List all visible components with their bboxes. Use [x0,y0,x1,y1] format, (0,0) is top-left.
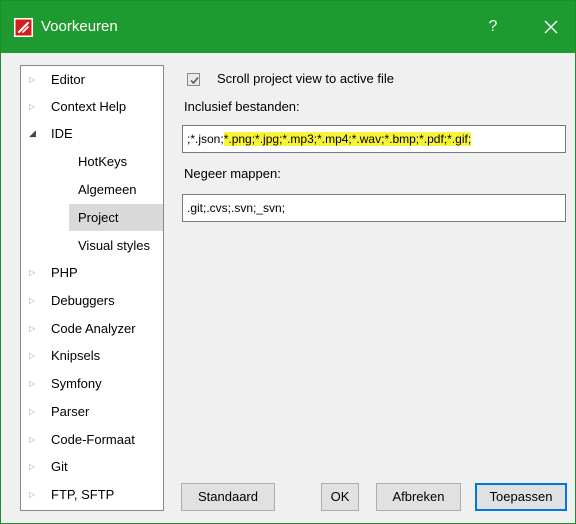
expand-arrow-icon[interactable]: ▷ [29,66,51,93]
expand-arrow-icon[interactable]: ▷ [29,287,51,314]
exclude-folders-value: .git;.cvs;.svn;_svn; [187,201,286,215]
tree-item-label: Algemeen [78,182,137,197]
ok-button[interactable]: OK [321,483,359,511]
scroll-project-label[interactable]: Scroll project view to active file [217,68,394,90]
tree-item-ftp-sftp[interactable]: ▷ FTP, SFTP [29,481,114,508]
standaard-button[interactable]: Standaard [181,483,275,511]
tree-item-parser[interactable]: ▷ Parser [29,398,89,425]
tree-item-label: Code-Formaat [51,432,135,447]
expand-arrow-icon[interactable]: ▷ [29,342,51,369]
tree-item-git[interactable]: ▷ Git [29,453,68,480]
tree-item-label: Project [78,210,119,225]
tree-item-label: IDE [51,126,73,141]
tree-item-context-help[interactable]: ▷ Context Help [29,93,126,120]
tree-item-editor[interactable]: ▷ Editor [29,66,85,93]
tree-item-debuggers[interactable]: ▷ Debuggers [29,287,115,314]
scroll-project-checkbox[interactable] [187,73,200,86]
tree-item-label: Context Help [51,99,127,114]
tree-item-label: Parser [51,404,90,419]
include-files-label: Inclusief bestanden: [184,99,300,114]
afbreken-button[interactable]: Afbreken [376,483,461,511]
include-files-input[interactable]: ;*.json;*.png;*.jpg;*.mp3;*.mp4;*.wav;*.… [182,125,566,153]
collapse-arrow-icon[interactable]: ◢ [29,120,51,147]
tree-item-label: HotKeys [78,154,128,169]
preferences-dialog: Voorkeuren ? ▷ Editor ▷ Context Help ◢ IDE … [0,0,576,524]
tree-item-label: Debuggers [51,293,115,308]
expand-arrow-icon[interactable]: ▷ [29,370,51,397]
tree-item-ide[interactable]: ◢ IDE [29,120,73,147]
expand-arrow-icon[interactable]: ▷ [29,453,51,480]
tree-item-symfony[interactable]: ▷ Symfony [29,370,102,397]
help-button[interactable]: ? [473,1,513,53]
expand-arrow-icon[interactable]: ▷ [29,398,51,425]
expand-arrow-icon[interactable]: ▷ [29,259,51,286]
title-bar: Voorkeuren ? [1,1,575,53]
tree-item-label: Symfony [51,376,102,391]
exclude-folders-label: Negeer mappen: [184,166,281,181]
tree-item-label: Code Analyzer [51,321,136,336]
include-files-value: ;*.json; [187,132,224,146]
tree-item-label: Knipsels [51,348,101,363]
tree-item-visual-styles[interactable]: Visual styles [78,232,150,259]
toepassen-button[interactable]: Toepassen [475,483,567,511]
include-files-highlighted-value: *.png;*.jpg;*.mp3;*.mp4;*.wav;*.bmp;*.pd… [223,132,472,146]
tree-item-knipsels[interactable]: ▷ Knipsels [29,342,100,369]
tree-item-project[interactable]: Project [69,204,163,231]
close-icon [544,20,558,34]
checkmark-icon [190,77,199,85]
tree-item-hotkeys[interactable]: HotKeys [78,148,127,175]
tree-item-code-formaat[interactable]: ▷ Code-Formaat [29,426,135,453]
tree-item-label: Visual styles [78,238,151,253]
codelobster-logo-icon [14,18,33,37]
tree-item-code-analyzer[interactable]: ▷ Code Analyzer [29,315,136,342]
window-title: Voorkeuren [41,18,118,35]
preferences-tree[interactable]: ▷ Editor ▷ Context Help ◢ IDE HotKeys Algem… [20,65,164,511]
tree-item-label: Git [51,459,68,474]
tree-item-algemeen[interactable]: Algemeen [78,176,137,203]
close-button[interactable] [527,1,575,53]
expand-arrow-icon[interactable]: ▷ [29,93,51,120]
expand-arrow-icon[interactable]: ▷ [29,426,51,453]
tree-item-label: PHP [51,265,78,280]
exclude-folders-input[interactable]: .git;.cvs;.svn;_svn; [182,194,566,222]
expand-arrow-icon[interactable]: ▷ [29,481,51,508]
expand-arrow-icon[interactable]: ▷ [29,315,51,342]
tree-item-php[interactable]: ▷ PHP [29,259,78,286]
tree-item-label: Editor [51,72,85,87]
tree-item-label: FTP, SFTP [51,487,115,502]
